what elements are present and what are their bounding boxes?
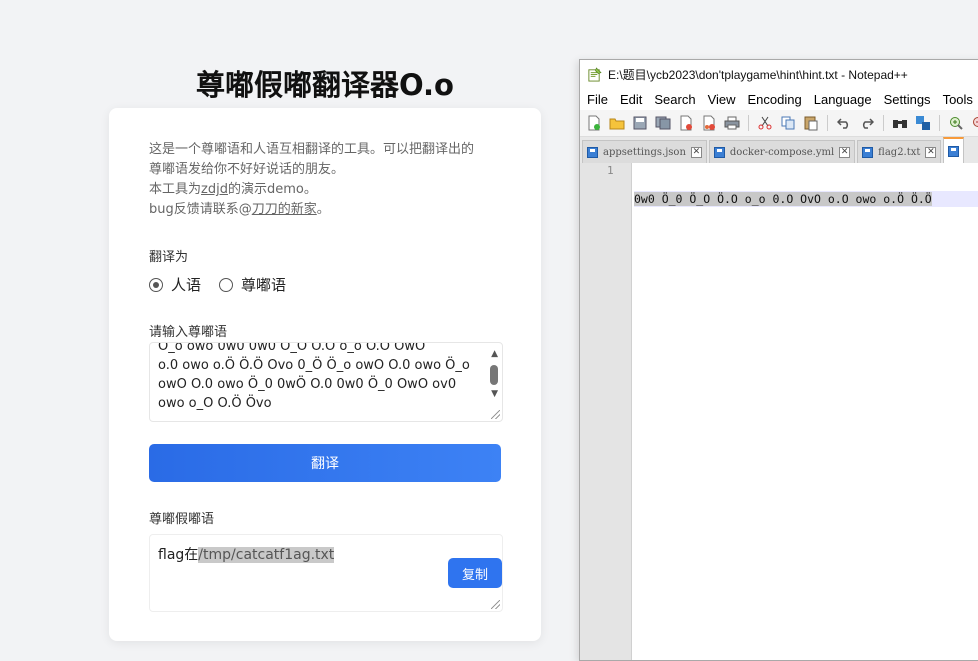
notepad-editor[interactable]: 1 0w0 Ö_0 Ö_O Ö.O o_o 0.O OvO o.O owo o.… xyxy=(580,163,978,660)
code-area[interactable]: 0w0 Ö_0 Ö_O Ö.O o_o 0.O OvO o.O owo o.Ö … xyxy=(632,163,978,660)
cut-icon[interactable] xyxy=(755,113,775,133)
menu-edit[interactable]: Edit xyxy=(614,92,648,107)
close-all-icon[interactable] xyxy=(699,113,719,133)
input-label: 请输入尊嘟语 xyxy=(149,321,227,340)
print-icon[interactable] xyxy=(722,113,742,133)
line-number-gutter: 1 xyxy=(580,163,632,660)
scrollbar-thumb[interactable] xyxy=(490,365,498,385)
tab-docker-compose-label: docker-compose.yml xyxy=(730,147,834,158)
intro-text: 这是一个尊嘟语和人语互相翻译的工具。可以把翻译出的 尊嘟语发给你不好好说话的朋友… xyxy=(149,140,509,220)
new-file-icon[interactable] xyxy=(584,113,604,133)
close-file-icon[interactable] xyxy=(676,113,696,133)
author-link[interactable]: 刀刀的新家 xyxy=(252,202,317,217)
notepad-title: E:\题目\ycb2023\don'tplaygame\hint\hint.tx… xyxy=(608,66,908,83)
notepad-window: E:\题目\ycb2023\don'tplaygame\hint\hint.tx… xyxy=(579,59,978,661)
save-all-icon[interactable] xyxy=(653,113,673,133)
output-highlight[interactable]: /tmp/catcatf1ag.txt xyxy=(198,547,334,563)
notepad-titlebar[interactable]: E:\题目\ycb2023\don'tplaygame\hint\hint.tx… xyxy=(580,60,978,88)
zoom-out-icon[interactable] xyxy=(969,113,978,133)
option-human[interactable]: 人语 xyxy=(149,274,201,295)
intro-line-4: bug反馈请联系@刀刀的新家。 xyxy=(149,200,509,220)
scroll-up-arrow-icon[interactable]: ▲ xyxy=(491,349,498,359)
find-icon[interactable] xyxy=(890,113,910,133)
notepad-tab-bar: appsettings.json ✕ docker-compose.yml ✕ … xyxy=(580,137,978,163)
language-radio-group: 人语 尊嘟语 xyxy=(149,274,298,295)
tab-flag2-label: flag2.txt xyxy=(878,147,920,158)
intro-line-3-suffix: 的演示demo。 xyxy=(228,182,317,197)
toolbar-separator xyxy=(827,115,828,131)
intro-line-3-prefix: 本工具为 xyxy=(149,182,201,197)
redo-icon[interactable] xyxy=(857,113,877,133)
menu-view[interactable]: View xyxy=(702,92,742,107)
tab-docker-compose[interactable]: docker-compose.yml ✕ xyxy=(709,140,855,163)
scroll-down-arrow-icon[interactable]: ▼ xyxy=(491,389,498,399)
output-textarea[interactable]: flag在/tmp/catcatf1ag.txt 复制 xyxy=(149,534,503,612)
line-number: 1 xyxy=(607,163,631,179)
input-textarea[interactable]: Ö_o owo 0w0 0w0 Ö_O Ö.O o_o O.O OwO o.0 … xyxy=(149,342,503,422)
undo-icon[interactable] xyxy=(834,113,854,133)
output-label: 尊嘟假嘟语 xyxy=(149,508,214,527)
resize-handle-icon[interactable] xyxy=(491,410,500,419)
option-zundu-label: 尊嘟语 xyxy=(241,274,286,295)
intro-line-2: 尊嘟语发给你不好好说话的朋友。 xyxy=(149,160,509,180)
intro-line-1: 这是一个尊嘟语和人语互相翻译的工具。可以把翻译出的 xyxy=(149,140,509,160)
intro-line-3: 本工具为zdjd的演示demo。 xyxy=(149,180,509,200)
saved-file-icon xyxy=(714,147,725,158)
notepad-app-icon xyxy=(587,67,602,82)
intro-line-4-suffix: 。 xyxy=(317,202,330,217)
saved-file-icon xyxy=(587,147,598,158)
translator-card: 这是一个尊嘟语和人语互相翻译的工具。可以把翻译出的 尊嘟语发给你不好好说话的朋友… xyxy=(109,108,541,641)
menu-language[interactable]: Language xyxy=(808,92,878,107)
intro-line-4-prefix: bug反馈请联系@ xyxy=(149,202,252,217)
menu-encoding[interactable]: Encoding xyxy=(742,92,808,107)
open-file-icon[interactable] xyxy=(607,113,627,133)
notepad-toolbar xyxy=(580,110,978,137)
save-icon[interactable] xyxy=(630,113,650,133)
close-icon[interactable]: ✕ xyxy=(925,147,936,158)
zdjd-link[interactable]: zdjd xyxy=(201,182,228,197)
menu-search[interactable]: Search xyxy=(648,92,701,107)
radio-human[interactable] xyxy=(149,278,163,292)
output-prefix: flag在 xyxy=(158,547,198,563)
input-text[interactable]: Ö_o owo 0w0 0w0 Ö_O Ö.O o_o O.O OwO o.0 … xyxy=(158,342,480,413)
code-line[interactable]: 0w0 Ö_0 Ö_O Ö.O o_o 0.O OvO o.O owo o.Ö … xyxy=(634,191,978,207)
notepad-menubar: File Edit Search View Encoding Language … xyxy=(580,88,978,110)
menu-tools[interactable]: Tools xyxy=(937,92,978,107)
toolbar-separator xyxy=(748,115,749,131)
tab-appsettings[interactable]: appsettings.json ✕ xyxy=(582,140,707,163)
translate-button[interactable]: 翻译 xyxy=(149,444,501,482)
saved-file-icon xyxy=(862,147,873,158)
tab-hint-active[interactable] xyxy=(943,137,964,163)
close-icon[interactable]: ✕ xyxy=(691,147,702,158)
output-resize-handle-icon[interactable] xyxy=(491,600,500,609)
output-text[interactable]: flag在/tmp/catcatf1ag.txt xyxy=(158,544,334,564)
saved-file-icon xyxy=(948,146,959,157)
radio-zundu[interactable] xyxy=(219,278,233,292)
option-zunDu[interactable]: 尊嘟语 xyxy=(219,274,286,295)
translate-to-label: 翻译为 xyxy=(149,246,188,265)
menu-file[interactable]: File xyxy=(580,92,614,107)
menu-settings[interactable]: Settings xyxy=(878,92,937,107)
toolbar-separator xyxy=(883,115,884,131)
close-icon[interactable]: ✕ xyxy=(839,147,850,158)
code-line-text[interactable]: 0w0 Ö_0 Ö_O Ö.O o_o 0.O OvO o.O owo o.Ö … xyxy=(634,192,932,206)
tab-flag2[interactable]: flag2.txt ✕ xyxy=(857,140,941,163)
tab-appsettings-label: appsettings.json xyxy=(603,147,686,158)
copy-button[interactable]: 复制 xyxy=(448,558,502,588)
paste-icon[interactable] xyxy=(801,113,821,133)
toolbar-separator xyxy=(939,115,940,131)
zoom-in-icon[interactable] xyxy=(946,113,966,133)
option-human-label: 人语 xyxy=(171,274,201,295)
replace-icon[interactable] xyxy=(913,113,933,133)
copy-icon[interactable] xyxy=(778,113,798,133)
page-title: 尊嘟假嘟翻译器O.o xyxy=(196,62,454,104)
